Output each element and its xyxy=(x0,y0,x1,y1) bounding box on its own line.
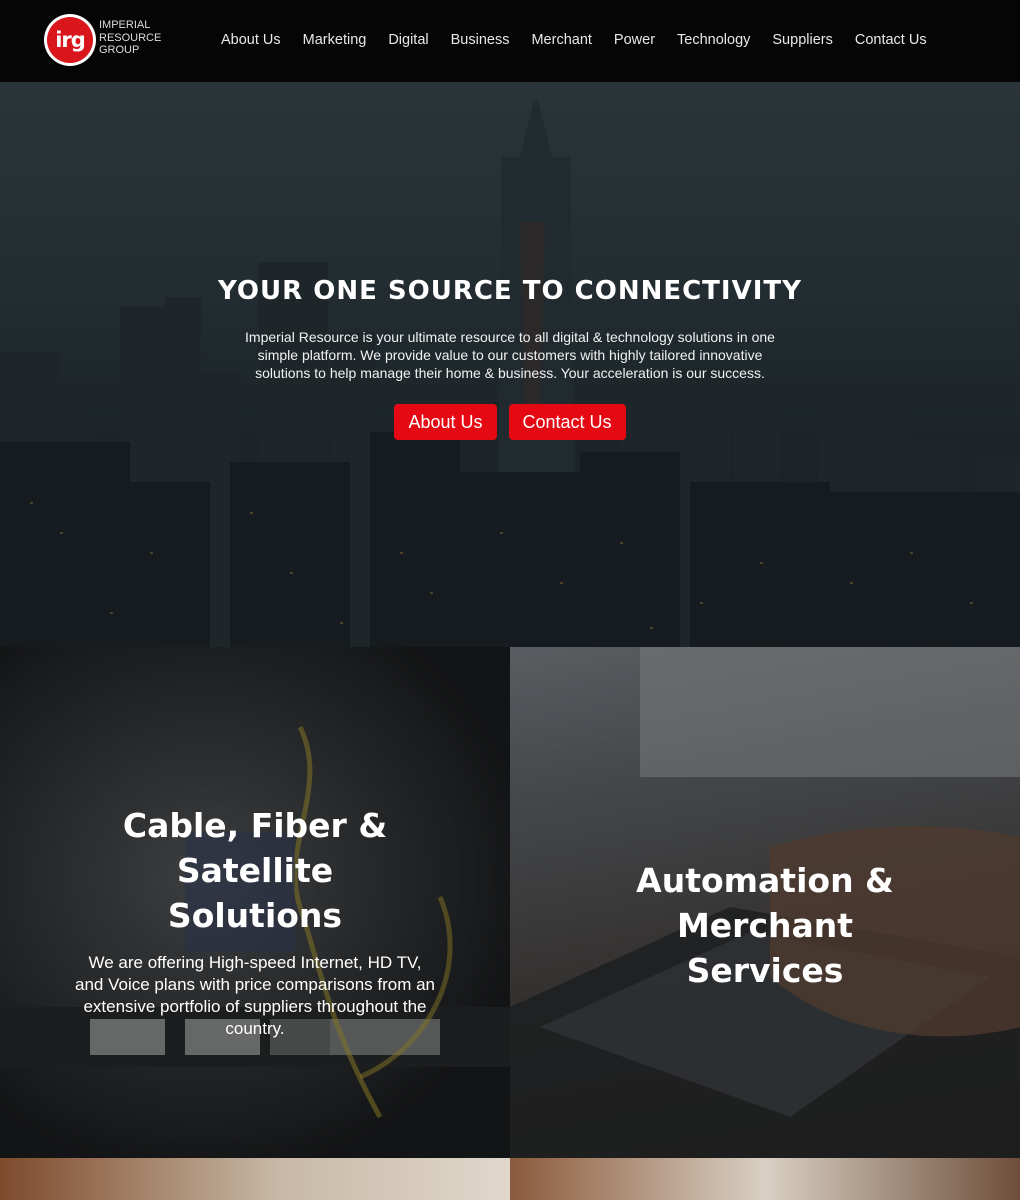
nav-link-merchant[interactable]: Merchant xyxy=(531,30,591,50)
nav-link-marketing[interactable]: Marketing xyxy=(303,30,367,50)
main-nav: About Us Marketing Digital Business Merc… xyxy=(210,30,938,50)
service-description: We are offering High-speed Internet, HD … xyxy=(75,953,436,1038)
preview-image-left xyxy=(0,1158,510,1200)
hero-title: YOUR ONE SOURCE TO CONNECTIVITY xyxy=(218,276,802,306)
hero-actions: About Us Contact Us xyxy=(0,404,1020,440)
next-section-preview xyxy=(0,1158,1020,1200)
logo-wordmark: Imperial Resource Group xyxy=(99,19,174,57)
logo-wordmark-line: Resource xyxy=(99,31,162,44)
nav-link-digital[interactable]: Digital xyxy=(388,30,428,50)
hero-content: YOUR ONE SOURCE TO CONNECTIVITY Imperial… xyxy=(0,272,1020,440)
logo-badge: irg xyxy=(44,14,96,66)
service-title: Automation & Merchant Services xyxy=(636,861,894,990)
about-us-button[interactable]: About Us xyxy=(394,404,497,440)
brand-logo[interactable]: irg Imperial Resource Group xyxy=(44,12,174,68)
site-header: irg Imperial Resource Group About Us Mar… xyxy=(0,0,1020,82)
nav-link-about-us[interactable]: About Us xyxy=(221,30,281,50)
service-tile-automation-merchant[interactable]: Automation & Merchant Services xyxy=(510,647,1020,1158)
contact-us-button[interactable]: Contact Us xyxy=(508,404,626,440)
hero-section: YOUR ONE SOURCE TO CONNECTIVITY Imperial… xyxy=(0,82,1020,647)
nav-link-business[interactable]: Business xyxy=(451,30,510,50)
logo-badge-mark: irg xyxy=(47,17,93,63)
service-tile-cable-fiber[interactable]: Cable, Fiber & Satellite Solutions We ar… xyxy=(0,647,510,1158)
nav-link-technology[interactable]: Technology xyxy=(677,30,750,50)
service-title: Cable, Fiber & Satellite Solutions xyxy=(122,806,388,935)
logo-wordmark-line: Imperial xyxy=(99,19,151,31)
nav-link-suppliers[interactable]: Suppliers xyxy=(772,30,832,50)
nav-link-power[interactable]: Power xyxy=(614,30,655,50)
logo-wordmark-line: Group xyxy=(99,44,140,56)
preview-image-right xyxy=(510,1158,1020,1200)
nav-link-contact-us[interactable]: Contact Us xyxy=(855,30,927,50)
service-tile-body: Cable, Fiber & Satellite Solutions We ar… xyxy=(0,803,510,1040)
service-tile-body: Automation & Merchant Services xyxy=(510,858,1020,993)
hero-description: Imperial Resource is your ultimate resou… xyxy=(245,329,775,381)
